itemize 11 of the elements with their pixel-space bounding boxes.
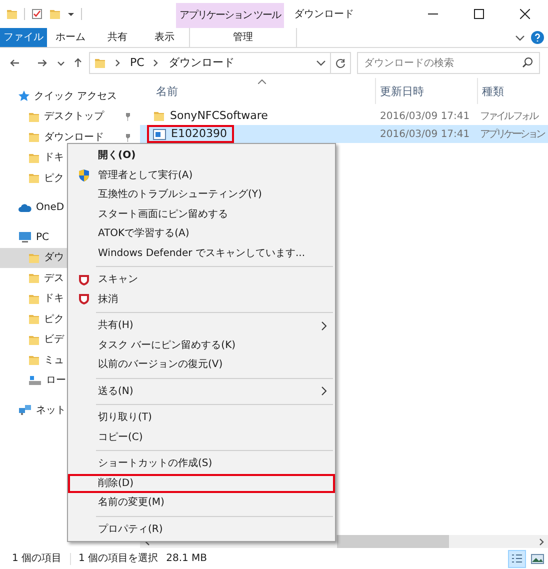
selection-size: 28.1 MB (166, 552, 208, 566)
selection-count: 1 個の項目を選択 (78, 552, 158, 566)
context-tab-group: アプリケーション ツール (176, 3, 284, 28)
file-type: アプリケーション (479, 128, 546, 142)
file-type: ファイル フォル (479, 110, 539, 124)
modified-date: 2016/03/09 17:41 (379, 128, 471, 142)
window-title: ダウンロード (294, 8, 354, 22)
file-name: E1020390 (171, 126, 227, 142)
modified-date: 2016/03/09 17:41 (379, 110, 471, 124)
item-count: 1 個の項目 (12, 552, 62, 566)
file-name: SonyNFCSoftware (170, 108, 268, 124)
